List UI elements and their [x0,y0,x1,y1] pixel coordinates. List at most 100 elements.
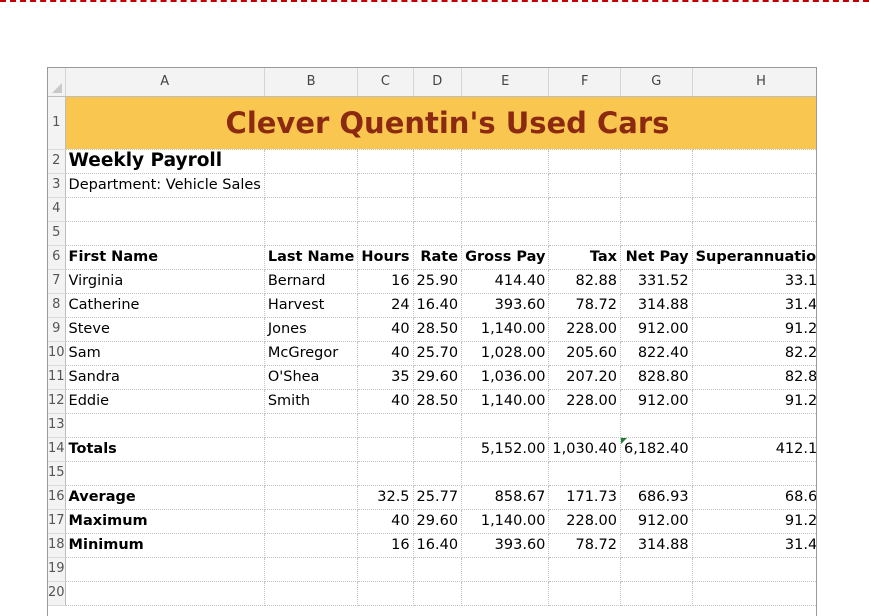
first-name-cell[interactable]: Catherine [65,293,265,318]
cell[interactable] [692,413,816,438]
cell[interactable] [461,173,550,198]
hours-cell[interactable]: 40 [357,389,414,414]
gross-pay-cell[interactable]: 1,140.00 [461,317,550,342]
column-header-d[interactable]: D [413,68,463,97]
cell[interactable] [413,197,463,222]
row-header-17[interactable]: 17 [48,509,66,534]
minimum-gross-pay-cell[interactable]: 393.60 [461,533,550,558]
net-pay-cell[interactable]: 912.00 [620,389,693,414]
cell[interactable] [264,557,359,582]
superannuation-cell[interactable]: 33.15 [692,269,816,294]
column-header-f[interactable]: F [548,68,621,97]
cell[interactable] [264,485,359,510]
cell[interactable] [461,581,550,606]
cell[interactable] [264,581,359,606]
cell[interactable] [413,557,463,582]
row-header-16[interactable]: 16 [48,485,66,510]
minimum-rate-cell[interactable]: 16.40 [413,533,463,558]
cell[interactable] [620,197,693,222]
cell[interactable] [461,221,550,246]
rate-cell[interactable]: 16.40 [413,293,463,318]
cell[interactable] [692,557,816,582]
row-header-2[interactable]: 2 [48,149,66,174]
header-gross-pay[interactable]: Gross Pay [461,245,550,270]
cell[interactable] [264,461,359,486]
cell[interactable] [548,413,621,438]
department-cell[interactable]: Department: Vehicle Sales [65,173,265,198]
cell[interactable] [620,461,693,486]
cell[interactable] [413,173,463,198]
average-hours-cell[interactable]: 32.5 [357,485,414,510]
cell[interactable] [548,221,621,246]
row-header-11[interactable]: 11 [48,365,66,390]
cell[interactable] [620,173,693,198]
last-name-cell[interactable]: Bernard [264,269,359,294]
tax-cell[interactable]: 82.88 [548,269,621,294]
cell[interactable] [413,581,463,606]
column-header-e[interactable]: E [461,68,550,97]
first-name-cell[interactable]: Sandra [65,365,265,390]
row-header-7[interactable]: 7 [48,269,66,294]
row-header-8[interactable]: 8 [48,293,66,318]
cell[interactable] [65,461,265,486]
tax-cell[interactable]: 78.72 [548,293,621,318]
cell[interactable] [264,197,359,222]
row-header-5[interactable]: 5 [48,221,66,246]
column-header-g[interactable]: G [620,68,693,97]
cell[interactable] [264,149,359,174]
hours-cell[interactable]: 16 [357,269,414,294]
row-header-10[interactable]: 10 [48,341,66,366]
cell[interactable] [357,221,414,246]
column-header-c[interactable]: C [357,68,414,97]
header-rate[interactable]: Rate [413,245,463,270]
cell[interactable] [357,149,414,174]
cell[interactable] [620,557,693,582]
first-name-cell[interactable]: Eddie [65,389,265,414]
total-gross-pay-cell[interactable]: 5,152.00 [461,437,550,462]
gross-pay-cell[interactable]: 1,140.00 [461,389,550,414]
tax-cell[interactable]: 228.00 [548,317,621,342]
gross-pay-cell[interactable]: 414.40 [461,269,550,294]
gross-pay-cell[interactable]: 1,036.00 [461,365,550,390]
cell[interactable] [264,413,359,438]
rate-cell[interactable]: 28.50 [413,389,463,414]
spreadsheet-grid[interactable]: A B C D E F G H I 1 Clever Quentin's Use… [47,67,817,616]
header-tax[interactable]: Tax [548,245,621,270]
cell[interactable] [620,221,693,246]
cell[interactable] [692,461,816,486]
header-last-name[interactable]: Last Name [264,245,359,270]
cell[interactable] [65,221,265,246]
select-all-corner[interactable] [48,68,66,97]
cell[interactable] [548,173,621,198]
cell[interactable] [264,437,359,462]
total-superannuation-cell[interactable]: 412.16 [692,437,816,462]
net-pay-cell[interactable]: 828.80 [620,365,693,390]
cell[interactable] [413,221,463,246]
rate-cell[interactable]: 28.50 [413,317,463,342]
rate-cell[interactable]: 29.60 [413,365,463,390]
average-superannuation-cell[interactable]: 68.69 [692,485,816,510]
hours-cell[interactable]: 35 [357,365,414,390]
cell[interactable] [620,581,693,606]
last-name-cell[interactable]: McGregor [264,341,359,366]
row-header-15[interactable]: 15 [48,461,66,486]
cell[interactable] [461,461,550,486]
average-net-pay-cell[interactable]: 686.93 [620,485,693,510]
row-header-14[interactable]: 14 [48,437,66,462]
row-header-19[interactable]: 19 [48,557,66,582]
cell[interactable] [357,581,414,606]
cell[interactable] [413,149,463,174]
cell[interactable] [357,437,414,462]
cell[interactable] [65,557,265,582]
average-tax-cell[interactable]: 171.73 [548,485,621,510]
first-name-cell[interactable]: Sam [65,341,265,366]
minimum-hours-cell[interactable]: 16 [357,533,414,558]
rate-cell[interactable]: 25.90 [413,269,463,294]
cell[interactable] [548,149,621,174]
column-header-b[interactable]: B [264,68,359,97]
cell[interactable] [620,149,693,174]
maximum-net-pay-cell[interactable]: 912.00 [620,509,693,534]
average-rate-cell[interactable]: 25.77 [413,485,463,510]
hours-cell[interactable]: 40 [357,341,414,366]
row-header-6[interactable]: 6 [48,245,66,270]
